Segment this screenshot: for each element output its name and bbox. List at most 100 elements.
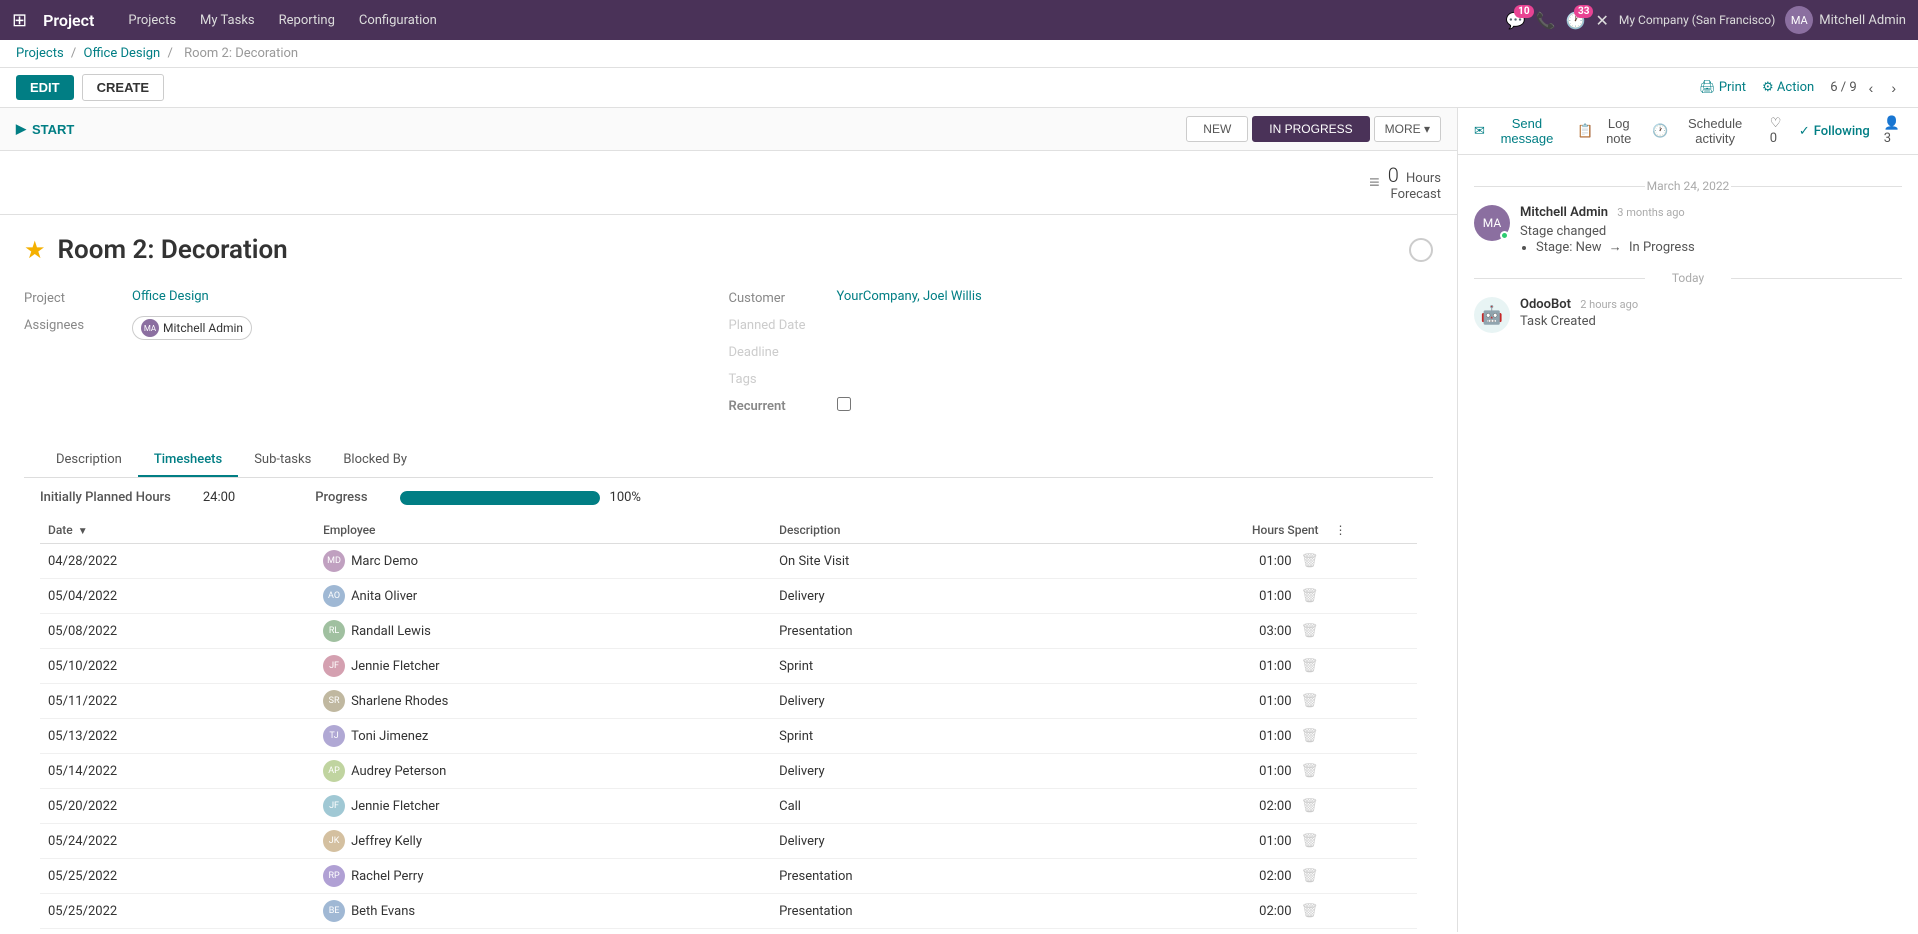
recurrent-label: Recurrent bbox=[729, 397, 829, 414]
circle-state-button[interactable] bbox=[1409, 238, 1433, 262]
nav-projects[interactable]: Projects bbox=[118, 9, 186, 32]
nav-reporting[interactable]: Reporting bbox=[269, 9, 345, 32]
delete-icon[interactable]: 🗑 bbox=[1301, 798, 1319, 814]
following-button[interactable]: ✓ Following bbox=[1799, 124, 1870, 139]
cell-spacer bbox=[1327, 579, 1417, 614]
progress-bar-bg bbox=[400, 491, 600, 505]
action-link[interactable]: ⚙ Action bbox=[1762, 80, 1814, 95]
col-actions: ⋮ bbox=[1327, 517, 1417, 544]
time-2: 2 hours ago bbox=[1580, 298, 1638, 311]
delete-icon[interactable]: 🗑 bbox=[1301, 868, 1319, 884]
cell-date: 05/26/2022 bbox=[40, 929, 315, 933]
breadcrumb-sep2: / bbox=[167, 46, 176, 61]
emp-avatar: TJ bbox=[323, 725, 345, 747]
breadcrumb-current: Room 2: Decoration bbox=[184, 46, 298, 61]
cell-hours: 01:00 🗑 bbox=[1060, 824, 1326, 859]
emp-avatar: JF bbox=[323, 655, 345, 677]
clock-activity-icon: 🕐 bbox=[1652, 123, 1668, 139]
cell-spacer bbox=[1327, 544, 1417, 579]
progress-pct: 100% bbox=[610, 490, 641, 505]
table-row: 05/13/2022 TJ Toni Jimenez Sprint 01:00 … bbox=[40, 719, 1417, 754]
emp-avatar: MD bbox=[323, 550, 345, 572]
phone-icon[interactable]: 📞 bbox=[1536, 11, 1556, 30]
tags-row: Tags bbox=[729, 370, 1434, 387]
message-body-1: Stage changed Stage: New → In Progress bbox=[1520, 224, 1902, 255]
pager-next-button[interactable]: › bbox=[1885, 78, 1902, 98]
delete-icon[interactable]: 🗑 bbox=[1301, 658, 1319, 674]
customer-value[interactable]: YourCompany, Joel Willis bbox=[837, 289, 982, 304]
cell-employee: RL Randall Lewis bbox=[315, 614, 771, 649]
delete-icon[interactable]: 🗑 bbox=[1301, 693, 1319, 709]
cell-description: Presentation bbox=[771, 614, 1060, 649]
cell-date: 05/24/2022 bbox=[40, 824, 315, 859]
cell-employee: AO Anita Oliver bbox=[315, 579, 771, 614]
table-row: 05/11/2022 SR Sharlene Rhodes Delivery 0… bbox=[40, 684, 1417, 719]
project-value[interactable]: Office Design bbox=[132, 289, 209, 304]
chat-icon[interactable]: 💬 10 bbox=[1506, 11, 1526, 30]
clock-icon[interactable]: 🕐 33 bbox=[1566, 11, 1586, 30]
cell-employee: JF Jennie Fletcher bbox=[315, 789, 771, 824]
progress-bar-fill bbox=[400, 491, 600, 505]
send-icon: ✉ bbox=[1474, 123, 1485, 139]
tab-timesheets[interactable]: Timesheets bbox=[138, 444, 238, 477]
nav-my-tasks[interactable]: My Tasks bbox=[190, 9, 265, 32]
star-icon[interactable]: ★ bbox=[24, 236, 46, 264]
edit-button[interactable]: EDIT bbox=[16, 75, 74, 100]
cell-hours: 01:00 🗑 bbox=[1060, 754, 1326, 789]
recurrent-checkbox[interactable] bbox=[837, 397, 851, 411]
breadcrumb-root[interactable]: Projects bbox=[16, 46, 64, 61]
schedule-activity-button[interactable]: 🕐 Schedule activity bbox=[1652, 116, 1757, 146]
delete-icon[interactable]: 🗑 bbox=[1301, 728, 1319, 744]
emp-avatar: SR bbox=[323, 690, 345, 712]
cell-date: 05/08/2022 bbox=[40, 614, 315, 649]
delete-icon[interactable]: 🗑 bbox=[1301, 763, 1319, 779]
chatter-avatar-2: 🤖 bbox=[1474, 297, 1510, 333]
followers-count: 👤 3 bbox=[1884, 116, 1902, 146]
pager-prev-button[interactable]: ‹ bbox=[1863, 78, 1880, 98]
close-icon[interactable]: ✕ bbox=[1595, 11, 1608, 30]
user-menu[interactable]: MA Mitchell Admin bbox=[1785, 6, 1906, 34]
forecast-value: 0 HoursForecast bbox=[1388, 163, 1441, 202]
delete-icon[interactable]: 🗑 bbox=[1301, 833, 1319, 849]
time-1: 3 months ago bbox=[1617, 206, 1684, 219]
timesheet-table: Date ▼ Employee Description Hours Spent … bbox=[40, 517, 1417, 932]
log-note-button[interactable]: 📋 Log note bbox=[1577, 116, 1640, 146]
cell-date: 05/10/2022 bbox=[40, 649, 315, 684]
stage-inprogress-button[interactable]: IN PROGRESS bbox=[1252, 116, 1369, 142]
stage-new-button[interactable]: NEW bbox=[1186, 116, 1248, 142]
planned-date-label: Planned Date bbox=[729, 316, 829, 333]
recurrent-row: Recurrent bbox=[729, 397, 1434, 414]
delete-icon[interactable]: 🗑 bbox=[1301, 623, 1319, 639]
delete-icon[interactable]: 🗑 bbox=[1301, 588, 1319, 604]
cell-description: Delivery bbox=[771, 579, 1060, 614]
print-link[interactable]: 🖨 Print bbox=[1699, 80, 1746, 95]
tab-description[interactable]: Description bbox=[40, 444, 138, 477]
assignee-tag[interactable]: MA Mitchell Admin bbox=[132, 316, 252, 340]
start-button[interactable]: ▶ START bbox=[16, 121, 74, 137]
nav-configuration[interactable]: Configuration bbox=[349, 9, 447, 32]
tab-blocked-by[interactable]: Blocked By bbox=[327, 444, 423, 477]
chatter-body: March 24, 2022 MA Mitchell Admin 3 month… bbox=[1458, 155, 1918, 361]
sort-icon: ▼ bbox=[78, 526, 88, 537]
progress-bar-wrap: 100% bbox=[400, 490, 641, 505]
tab-subtasks[interactable]: Sub-tasks bbox=[238, 444, 327, 477]
breadcrumb-parent[interactable]: Office Design bbox=[84, 46, 161, 61]
cell-employee: AP Audrey Peterson bbox=[315, 754, 771, 789]
stage-more-button[interactable]: MORE ▾ bbox=[1374, 116, 1441, 142]
delete-icon[interactable]: 🗑 bbox=[1301, 553, 1319, 569]
right-pane: ✉ Send message 📋 Log note 🕐 Schedule act… bbox=[1458, 108, 1918, 932]
forecast-num: 0 bbox=[1388, 163, 1399, 187]
cell-date: 05/25/2022 bbox=[40, 859, 315, 894]
col-date[interactable]: Date ▼ bbox=[40, 517, 315, 544]
app-grid-icon[interactable]: ⊞ bbox=[12, 10, 27, 31]
emp-avatar: JK bbox=[323, 830, 345, 852]
delete-icon[interactable]: 🗑 bbox=[1301, 903, 1319, 919]
chatter-content-1: Mitchell Admin 3 months ago Stage change… bbox=[1520, 205, 1902, 255]
cell-description: On Site Visit bbox=[771, 544, 1060, 579]
chat-badge: 10 bbox=[1514, 5, 1533, 18]
breadcrumb-sep1: / bbox=[71, 46, 80, 61]
send-message-button[interactable]: ✉ Send message bbox=[1474, 116, 1565, 146]
deadline-row: Deadline bbox=[729, 343, 1434, 360]
emp-avatar: RL bbox=[323, 620, 345, 642]
create-button[interactable]: CREATE bbox=[82, 74, 164, 101]
